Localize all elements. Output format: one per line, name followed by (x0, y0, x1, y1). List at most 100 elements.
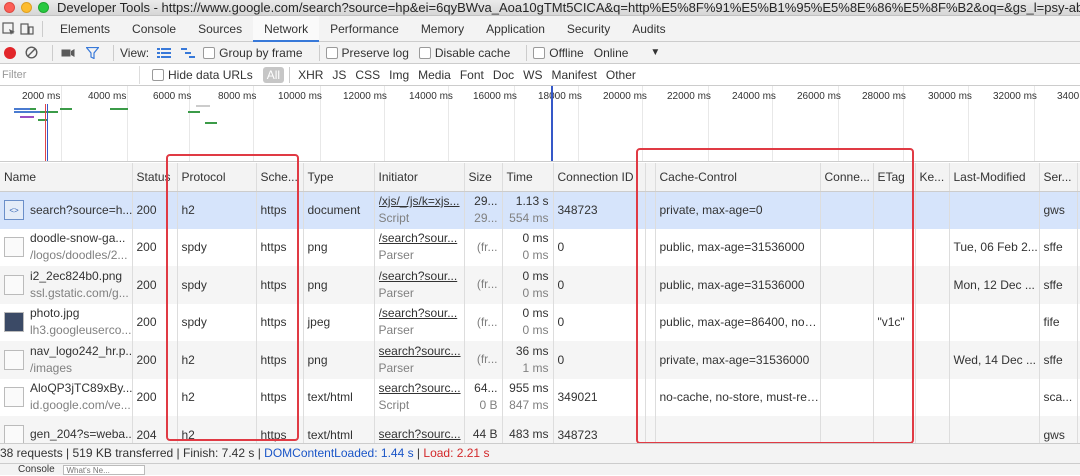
device-toolbar-icon[interactable] (18, 20, 36, 38)
offline-checkbox[interactable] (533, 46, 546, 59)
request-path: lh3.googleuserco... (30, 323, 132, 338)
timeline-tick: 30000 ms (928, 91, 972, 102)
cell-protocol: h2 (177, 378, 257, 416)
table-row[interactable]: photo.jpg lh3.googleuserco... 200 spdy https… (0, 303, 1080, 341)
column-header-last-modified[interactable]: Last-Modified (949, 163, 1040, 192)
tab-elements[interactable]: Elements (49, 16, 121, 42)
cell-status: 200 (132, 378, 178, 416)
tab-performance[interactable]: Performance (319, 16, 410, 42)
clear-icon[interactable] (22, 44, 40, 62)
drawer-console-tab[interactable]: Console (18, 464, 55, 475)
cell-protocol: spdy (177, 266, 257, 304)
column-header-etag[interactable]: ETag (873, 163, 916, 192)
column-header-name[interactable]: Name (0, 163, 133, 192)
initiator-link[interactable]: search?sourc... (379, 426, 464, 443)
timeline-tick: 32000 ms (993, 91, 1037, 102)
column-header-server[interactable]: Ser... (1039, 163, 1078, 192)
tab-application[interactable]: Application (475, 16, 556, 42)
initiator-link[interactable]: search?sourc... (379, 343, 464, 360)
cell-name[interactable]: nav_logo242_hr.p... /images (0, 341, 133, 379)
tab-memory[interactable]: Memory (410, 16, 475, 42)
table-row[interactable]: <> search?source=h... 200 h2 https document/x… (0, 191, 1080, 229)
maximize-window-button[interactable] (38, 2, 49, 13)
filter-type-all[interactable]: All (262, 66, 285, 83)
network-overview-timeline[interactable]: 2000 ms 4000 ms 6000 ms 8000 ms 10000 ms… (0, 86, 1080, 162)
group-by-frame-label: Group by frame (219, 45, 303, 60)
cell-blank (645, 191, 656, 229)
hide-data-urls-checkbox[interactable] (152, 68, 164, 81)
column-header-time[interactable]: Time (502, 163, 554, 192)
preserve-log-checkbox[interactable] (325, 46, 338, 59)
table-row[interactable]: i2_2ec824b0.png ssl.gstatic.com/g... 200 sp… (0, 266, 1080, 304)
drawer-whats-new-tab[interactable]: What's Ne... (63, 465, 146, 475)
cell-name[interactable]: AloQP3jTC89xBy... id.google.com/ve... (0, 378, 133, 416)
size-transferred: 64... (474, 381, 498, 396)
cell-name[interactable]: doodle-snow-ga... /logos/doodles/2... (0, 228, 133, 266)
inspect-element-icon[interactable] (0, 20, 18, 38)
filter-type-font[interactable]: Font (456, 67, 488, 83)
table-row[interactable]: nav_logo242_hr.p.../images 200 h2 https png s… (0, 341, 1080, 379)
cell-name[interactable]: i2_2ec824b0.png ssl.gstatic.com/g... (0, 266, 133, 304)
filter-type-ws[interactable]: WS (519, 67, 546, 83)
offline-option[interactable]: Offline (533, 46, 584, 60)
record-button[interactable] (4, 46, 16, 59)
cell-connection-id: 349021 (553, 378, 646, 416)
overview-waterfall-icon[interactable] (179, 44, 197, 62)
initiator-link[interactable]: search?sourc... (379, 380, 464, 397)
table-row[interactable]: AloQP3jTC89xBy... id.google.com/ve... 200 h… (0, 378, 1080, 416)
tab-audits[interactable]: Audits (621, 16, 676, 42)
initiator-link[interactable]: /search?sour... (379, 305, 464, 322)
hide-data-urls-option[interactable]: Hide data URLs (152, 68, 253, 82)
filter-type-css[interactable]: CSS (351, 67, 384, 83)
cell-name[interactable]: photo.jpg lh3.googleuserco... (0, 303, 133, 341)
capture-screenshots-icon[interactable] (59, 44, 77, 62)
filter-icon[interactable] (83, 44, 101, 62)
column-header-status[interactable]: Status (132, 163, 178, 192)
column-header-connection-id[interactable]: Connection ID (553, 163, 646, 192)
large-rows-icon[interactable] (155, 44, 173, 62)
close-window-button[interactable] (4, 2, 15, 13)
cell-connection (820, 191, 874, 229)
cell-scheme: https (256, 228, 304, 266)
disable-cache-checkbox[interactable] (418, 46, 431, 59)
table-row[interactable]: doodle-snow-ga.../logos/doodles/2... 200 s… (0, 228, 1080, 266)
cell-etag (873, 341, 916, 379)
filter-type-doc[interactable]: Doc (489, 67, 518, 83)
column-header-cache-control[interactable]: Cache-Control (655, 163, 821, 192)
throttling-select[interactable]: Online ▼ (594, 46, 661, 60)
drawer-strip: Console What's Ne... (0, 463, 1080, 475)
column-header-blank[interactable] (645, 163, 656, 192)
initiator-kind: Parser (378, 285, 414, 300)
filter-type-manifest[interactable]: Manifest (548, 67, 601, 83)
request-name: gen_204?s=weba... (30, 427, 132, 442)
tab-network[interactable]: Network (253, 15, 320, 42)
column-header-protocol[interactable]: Protocol (177, 163, 257, 192)
initiator-link[interactable]: /xjs/_/js/k=xjs... (379, 193, 464, 210)
cell-name[interactable]: <> search?source=h... (0, 191, 133, 229)
filter-type-other[interactable]: Other (602, 67, 640, 83)
cell-type: png (303, 266, 375, 304)
column-header-connection[interactable]: Conne... (820, 163, 874, 192)
tab-security[interactable]: Security (556, 16, 621, 42)
group-by-frame-checkbox[interactable] (203, 46, 216, 59)
disable-cache-option[interactable]: Disable cache (418, 46, 510, 60)
initiator-link[interactable]: /search?sour... (379, 268, 464, 285)
preserve-log-option[interactable]: Preserve log (325, 46, 409, 60)
tab-console[interactable]: Console (121, 16, 187, 42)
column-header-initiator[interactable]: Initiator (374, 163, 465, 192)
initiator-link[interactable]: /search?sour... (379, 230, 464, 247)
column-header-type[interactable]: Type (303, 163, 375, 192)
filter-input[interactable] (0, 65, 140, 84)
filter-type-img[interactable]: Img (385, 67, 413, 83)
filter-type-xhr[interactable]: XHR (294, 67, 327, 83)
column-header-size[interactable]: Size (464, 163, 503, 192)
minimize-window-button[interactable] (21, 2, 32, 13)
column-header-keep-alive[interactable]: Ke... (915, 163, 950, 192)
tab-sources[interactable]: Sources (187, 16, 253, 42)
group-by-frame-option[interactable]: Group by frame (203, 45, 303, 60)
filter-type-js[interactable]: JS (328, 67, 350, 83)
filter-type-media[interactable]: Media (414, 67, 455, 83)
cell-status: 200 (132, 228, 178, 266)
column-header-scheme[interactable]: Sche... (256, 163, 304, 192)
summary-separator: | (413, 446, 424, 460)
